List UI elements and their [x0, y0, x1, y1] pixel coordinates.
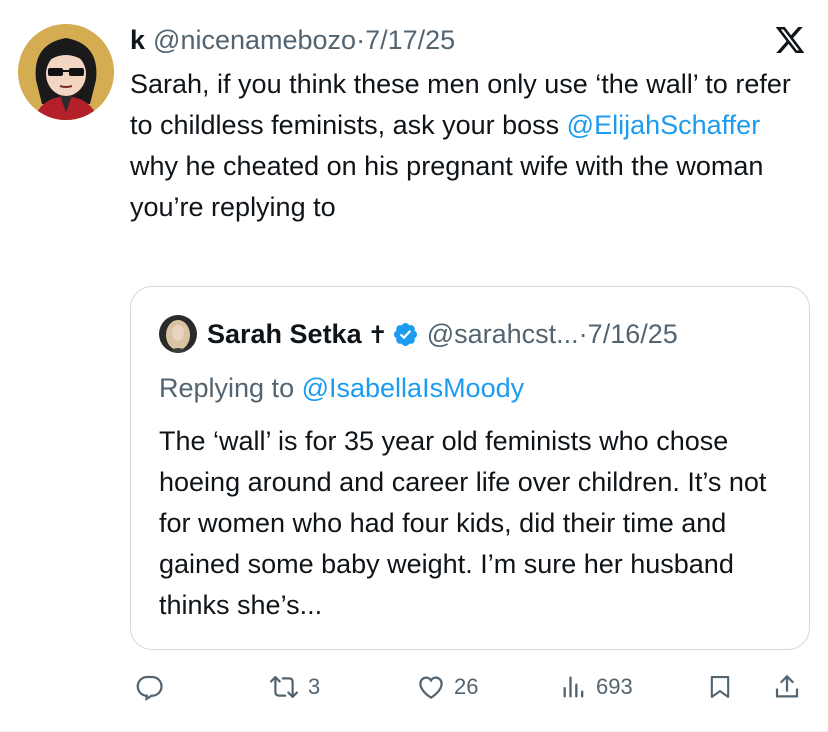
- views-button[interactable]: 693: [560, 666, 633, 708]
- mention-link[interactable]: @ElijahSchaffer: [567, 110, 761, 140]
- tweet-header: k @nicenamebozo·7/17/25: [130, 22, 455, 58]
- quoted-tweet[interactable]: Sarah Setka ✝ @sarahcst...·7/16/25 Replyin…: [130, 286, 810, 650]
- bookmark-icon: [706, 672, 734, 702]
- verified-badge-icon: [392, 320, 419, 358]
- replying-to: Replying to @IsabellaIsMoody: [159, 369, 524, 407]
- author-name[interactable]: k: [130, 25, 145, 55]
- views-count: 693: [596, 674, 633, 699]
- replying-prefix: Replying to: [159, 373, 302, 403]
- views-chart-icon: [560, 672, 588, 702]
- bookmark-button[interactable]: [706, 666, 734, 708]
- retweet-count: 3: [308, 674, 321, 699]
- x-logo-icon: [774, 24, 806, 56]
- quote-author-avatar[interactable]: [159, 315, 197, 353]
- quote-author-handle[interactable]: @sarahcst...: [427, 319, 579, 349]
- reply-button[interactable]: [134, 666, 164, 708]
- replying-handle-link[interactable]: @IsabellaIsMoody: [302, 373, 525, 403]
- quote-date[interactable]: 7/16/25: [588, 319, 678, 349]
- cross-emoji: ✝: [367, 322, 388, 349]
- quote-author-name[interactable]: Sarah Setka: [207, 319, 362, 349]
- reply-icon: [134, 672, 164, 702]
- quote-text: The ‘wall’ is for 35 year old feminists …: [159, 426, 767, 620]
- like-button[interactable]: 26: [416, 666, 478, 708]
- retweet-icon: [268, 672, 300, 702]
- author-avatar[interactable]: [18, 24, 114, 120]
- share-icon: [772, 672, 802, 702]
- share-button[interactable]: [772, 666, 802, 708]
- retweet-button[interactable]: 3: [268, 666, 320, 708]
- tweet-text: Sarah, if you think these men only use ‘…: [130, 64, 810, 228]
- author-handle[interactable]: @nicenamebozo: [153, 25, 356, 55]
- tweet-date[interactable]: 7/17/25: [365, 25, 455, 55]
- like-count: 26: [454, 674, 479, 699]
- tweet[interactable]: k @nicenamebozo·7/17/25 Sarah, if you thi…: [0, 0, 828, 732]
- action-bar: 3 26 693: [130, 666, 810, 708]
- quote-separator: ·: [578, 319, 588, 349]
- tweet-text-part2: why he cheated on his pregnant wife with…: [130, 151, 764, 222]
- header-separator: ·: [356, 25, 366, 55]
- quote-header: Sarah Setka ✝ @sarahcst...·7/16/25: [207, 315, 678, 358]
- heart-icon: [416, 672, 446, 702]
